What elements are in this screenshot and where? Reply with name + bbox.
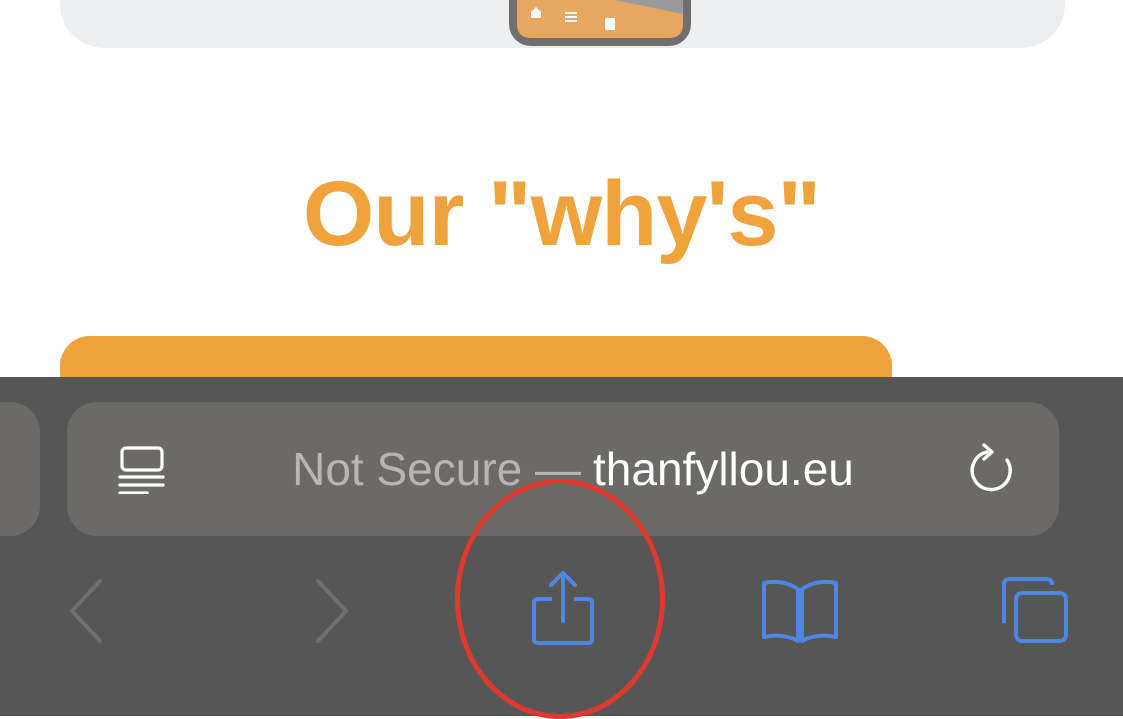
url-domain: thanfyllou.eu (593, 443, 854, 495)
phone-illustration (509, 0, 691, 46)
share-icon[interactable] (518, 563, 608, 653)
tabs-icon[interactable] (990, 567, 1080, 657)
bookmarks-book-icon[interactable] (755, 567, 845, 657)
previous-tab-preview[interactable] (0, 402, 40, 536)
url-display[interactable]: Not Secure — thanfyllou.eu (67, 402, 1059, 536)
forward-chevron-icon[interactable] (286, 567, 376, 657)
address-bar[interactable]: Not Secure — thanfyllou.eu (67, 402, 1059, 536)
browser-toolbar: Not Secure — thanfyllou.eu (0, 377, 1123, 719)
security-label: Not Secure — (292, 443, 582, 495)
back-chevron-icon[interactable] (42, 567, 132, 657)
reload-icon[interactable] (965, 442, 1021, 498)
page-heading: Our "why's" (302, 163, 821, 265)
